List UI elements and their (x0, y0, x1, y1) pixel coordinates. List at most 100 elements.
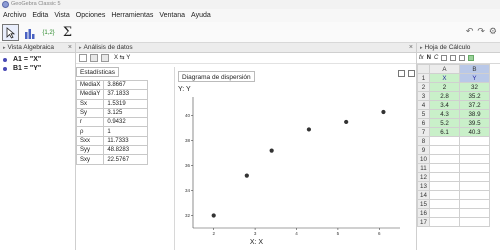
export-icon[interactable] (398, 70, 405, 77)
spreadsheet-cell[interactable]: 35.2 (459, 91, 490, 101)
move-tool-button[interactable] (2, 24, 19, 41)
spreadsheet-cell[interactable]: 40.3 (459, 127, 490, 137)
spreadsheet-cell[interactable]: 32 (459, 82, 490, 92)
visibility-dot-icon[interactable] (3, 66, 7, 71)
plot-options-icon[interactable] (408, 70, 415, 77)
visibility-dot-icon[interactable] (3, 57, 7, 62)
column-header-a[interactable]: A (429, 64, 460, 74)
spreadsheet-cell[interactable] (429, 136, 460, 146)
statistics-row: Syy 48.8283 (75, 145, 149, 156)
row-header[interactable]: 17 (417, 217, 430, 227)
align-center-icon[interactable] (450, 55, 457, 61)
algebra-item-b1[interactable]: B1 = "Y" (0, 64, 75, 73)
row-header[interactable]: 3 (417, 91, 430, 101)
spreadsheet-cell[interactable]: 37.2 (459, 100, 490, 110)
spreadsheet-cell[interactable] (429, 217, 460, 227)
row-header[interactable]: 1 (417, 73, 430, 83)
redo-icon[interactable]: ↷ (477, 26, 485, 37)
spreadsheet-row: 11 (417, 163, 490, 173)
undo-icon[interactable]: ↶ (466, 26, 474, 37)
spreadsheet-cell[interactable]: X (429, 73, 460, 83)
spreadsheet-cell[interactable] (459, 154, 490, 164)
spreadsheet-cell[interactable] (429, 181, 460, 191)
align-right-icon[interactable] (459, 55, 466, 61)
data-source-icon[interactable] (79, 54, 87, 62)
collapse-caret-icon[interactable]: ▸ (420, 43, 423, 53)
column-header-b[interactable]: B (459, 64, 490, 74)
row-header[interactable]: 5 (417, 109, 430, 119)
spreadsheet-cell[interactable] (459, 136, 490, 146)
algebra-item-a1[interactable]: A1 = "X" (0, 55, 75, 64)
spreadsheet-cell[interactable] (459, 163, 490, 173)
spreadsheet-cell[interactable]: 5.2 (429, 118, 460, 128)
menu-archivo[interactable]: Archivo (3, 12, 26, 19)
spreadsheet-cell[interactable]: 2 (429, 82, 460, 92)
italic-button[interactable]: C (434, 55, 438, 61)
spreadsheet-cell[interactable]: 38.9 (459, 109, 490, 119)
menu-herramientas[interactable]: Herramientas (111, 12, 153, 19)
spreadsheet-cell[interactable] (459, 199, 490, 209)
spreadsheet-cell[interactable] (459, 208, 490, 218)
spreadsheet-cell[interactable] (429, 163, 460, 173)
stats-toggle-icon[interactable] (90, 54, 98, 62)
spreadsheet-cell[interactable] (429, 190, 460, 200)
menu-opciones[interactable]: Opciones (76, 12, 106, 19)
spreadsheet-cell[interactable] (429, 154, 460, 164)
row-header[interactable]: 15 (417, 199, 430, 209)
spreadsheet-cell[interactable]: 6.1 (429, 127, 460, 137)
statistic-value: 1 (103, 126, 149, 137)
collapse-caret-icon[interactable]: ▸ (3, 43, 6, 53)
two-variable-regression-button[interactable]: {1,2} (40, 24, 57, 41)
collapse-caret-icon[interactable]: ▸ (79, 43, 82, 53)
spreadsheet-cell[interactable] (429, 199, 460, 209)
row-header[interactable]: 16 (417, 208, 430, 218)
align-left-icon[interactable] (441, 55, 448, 61)
row-header[interactable]: 12 (417, 172, 430, 182)
row-header[interactable]: 9 (417, 145, 430, 155)
bold-button[interactable]: N (427, 55, 431, 61)
row-header[interactable]: 4 (417, 100, 430, 110)
sum-tool-button[interactable]: Σ (59, 24, 76, 41)
spreadsheet-cell[interactable] (459, 145, 490, 155)
fill-color-icon[interactable] (468, 55, 475, 61)
statistics-dropdown[interactable]: Estadísticas (76, 67, 120, 77)
row-header[interactable]: 6 (417, 118, 430, 128)
spreadsheet-cell[interactable] (459, 181, 490, 191)
menu-vista[interactable]: Vista (54, 12, 69, 19)
menu-ventana[interactable]: Ventana (159, 12, 185, 19)
spreadsheet-cell[interactable] (429, 145, 460, 155)
algebra-item-text: A1 = "X" (13, 56, 42, 63)
row-header[interactable]: 11 (417, 163, 430, 173)
row-header[interactable]: 2 (417, 82, 430, 92)
formula-icon[interactable]: fx (419, 55, 424, 61)
row-header[interactable]: 7 (417, 127, 430, 137)
x-tick-label: 2 (212, 231, 215, 236)
spreadsheet-cell[interactable]: 39.5 (459, 118, 490, 128)
row-header[interactable]: 14 (417, 190, 430, 200)
row-header[interactable]: 13 (417, 181, 430, 191)
spreadsheet-cell[interactable]: 3.4 (429, 100, 460, 110)
spreadsheet-cell[interactable]: 2.8 (429, 91, 460, 101)
spreadsheet-cell[interactable] (459, 217, 490, 227)
spreadsheet-cell[interactable] (459, 172, 490, 182)
plot-type-dropdown[interactable]: Diagrama de dispersión (178, 71, 255, 82)
spreadsheet-cell[interactable]: Y (459, 73, 490, 83)
close-icon[interactable]: × (409, 43, 413, 53)
one-variable-analysis-button[interactable] (21, 24, 38, 41)
spreadsheet-cell[interactable] (429, 208, 460, 218)
spreadsheet-cell[interactable] (429, 172, 460, 182)
settings-gear-icon[interactable]: ⚙ (489, 26, 497, 37)
row-header[interactable]: 10 (417, 154, 430, 164)
table-toggle-icon[interactable] (101, 54, 109, 62)
x-tick-label: 5 (337, 231, 340, 236)
spreadsheet-cell[interactable]: 4.3 (429, 109, 460, 119)
sigma-icon: Σ (62, 25, 73, 40)
spreadsheet-cell[interactable] (459, 190, 490, 200)
row-header[interactable]: 8 (417, 136, 430, 146)
swap-xy-button[interactable]: X ⇆ Y (114, 54, 130, 63)
algebra-item-text: B1 = "Y" (13, 65, 42, 72)
menu-edita[interactable]: Edita (32, 12, 48, 19)
close-icon[interactable]: × (68, 43, 72, 53)
corner-cell[interactable] (417, 64, 430, 74)
menu-ayuda[interactable]: Ayuda (191, 12, 211, 19)
